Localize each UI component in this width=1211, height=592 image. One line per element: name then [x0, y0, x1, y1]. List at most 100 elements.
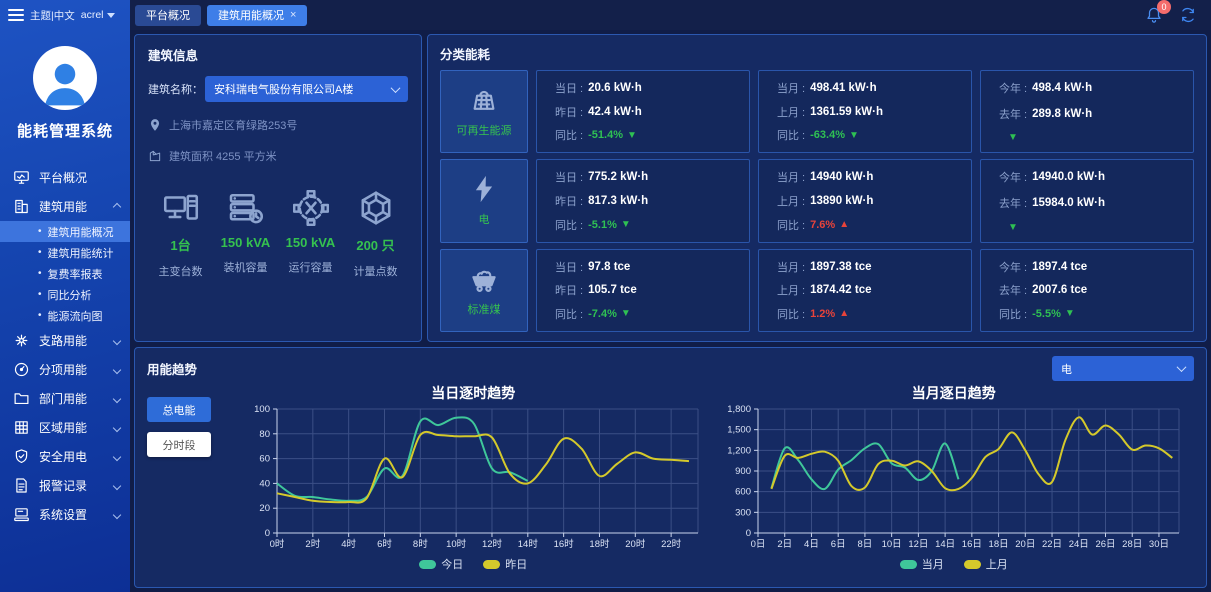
monthly-trend-chart-canvas: 03006009001,2001,5001,8000日2日4日6日8日10日12… [714, 403, 1195, 555]
svg-text:18日: 18日 [988, 539, 1008, 550]
energy-type-tile: 可再生能源 [440, 70, 528, 153]
chevron-down-icon [113, 423, 121, 431]
sidebar-item-building-energy[interactable]: 建筑用能 [0, 192, 130, 221]
legend-mark [483, 560, 500, 569]
refresh-icon [1179, 6, 1197, 24]
building-stats: 1台 主变台数 150 kVA 装机容量 150 kVA 运行容量 [148, 190, 408, 279]
svg-text:0日: 0日 [750, 539, 765, 550]
category-row-electricity: 电 当日 :775.2 kW·h 昨日 :817.3 kW·h 同比 :-5.1… [440, 159, 1194, 242]
sidebar-item-alarm-records[interactable]: 报警记录 [0, 471, 130, 500]
sidebar-item-label: 支路用能 [39, 332, 87, 349]
sidebar-menu: 平台概况 建筑用能 建筑用能概况 建筑用能统计 复费率报表 同比分析 能源流向图… [0, 163, 130, 529]
renewable-energy-icon [469, 85, 499, 115]
sidebar-subitem-yoy-analysis[interactable]: 同比分析 [0, 284, 130, 305]
trend-value: -51.4%▼ [588, 129, 637, 141]
legend-current-month[interactable]: 当月 [900, 556, 944, 572]
theme-language-label[interactable]: 主题|中文 [30, 8, 75, 23]
settings-icon [13, 506, 30, 523]
svg-text:20: 20 [259, 503, 270, 514]
svg-text:12日: 12日 [908, 539, 928, 550]
sidebar-item-subentry-energy[interactable]: 分项用能 [0, 355, 130, 384]
installed-capacity-icon [228, 190, 264, 226]
monthly-trend-chart: 当月逐日趋势 03006009001,2001,5001,8000日2日4日6日… [714, 383, 1195, 579]
sidebar-item-department-energy[interactable]: 部门用能 [0, 384, 130, 413]
energy-stat-card: 当月 :1897.38 tce 上月 :1874.42 tce 同比 :1.2%… [758, 249, 972, 332]
sidebar-subitem-tariff-report[interactable]: 复费率报表 [0, 263, 130, 284]
svg-text:100: 100 [254, 404, 270, 415]
energy-stat-card: 当日 :97.8 tce 昨日 :105.7 tce 同比 :-7.4%▼ [536, 249, 750, 332]
chevron-down-icon [391, 83, 401, 93]
metering-points-icon [358, 190, 394, 226]
sidebar-item-label: 平台概况 [39, 169, 87, 186]
svg-text:1,800: 1,800 [727, 404, 751, 415]
chevron-down-icon [113, 336, 121, 344]
trend-arrow-icon: ▼ [1065, 308, 1075, 319]
svg-text:6日: 6日 [830, 539, 845, 550]
building-name-label: 建筑名称： [148, 81, 203, 97]
energy-stat-card: 今年 :498.4 kW·h 去年 :289.8 kW·h ▼ [980, 70, 1194, 153]
chevron-down-icon [113, 481, 121, 489]
trend-mode-buttons: 总电能 分时段 [147, 383, 233, 579]
close-icon[interactable]: × [290, 9, 296, 21]
svg-text:16时: 16时 [554, 538, 575, 550]
legend-yesterday[interactable]: 昨日 [483, 556, 527, 572]
folder-icon [13, 390, 30, 407]
svg-text:20日: 20日 [1015, 539, 1035, 550]
sidebar-subitem-building-energy-overview[interactable]: 建筑用能概况 [0, 221, 130, 242]
svg-text:900: 900 [735, 466, 751, 477]
sidebar-subitem-building-energy-statistics[interactable]: 建筑用能统计 [0, 242, 130, 263]
transformer-icon [163, 190, 199, 226]
sidebar: 主题|中文 acrel 能耗管理系统 平台概况 建筑用能 建筑用能概况 建筑用能… [0, 0, 130, 592]
sidebar-item-branch-energy[interactable]: 支路用能 [0, 326, 130, 355]
chevron-down-icon [113, 510, 121, 518]
sidebar-item-region-energy[interactable]: 区域用能 [0, 413, 130, 442]
trend-value: 1.2%▲ [810, 308, 849, 320]
svg-text:14日: 14日 [935, 539, 955, 550]
panel-title: 分类能耗 [440, 44, 1194, 63]
refresh-button[interactable] [1179, 6, 1197, 24]
trend-arrow-icon: ▼ [1008, 132, 1018, 143]
location-pin-icon [148, 118, 162, 132]
menu-toggle-icon[interactable] [8, 9, 24, 21]
trend-arrow-icon: ▼ [621, 219, 631, 230]
trend-value: -7.4%▼ [588, 308, 631, 320]
report-icon [13, 477, 30, 494]
chevron-down-icon [113, 394, 121, 402]
trend-value: -5.1%▼ [588, 219, 631, 231]
svg-text:0时: 0时 [270, 538, 285, 550]
sidebar-item-label: 安全用电 [39, 448, 87, 465]
stat-running-capacity: 150 kVA 运行容量 [278, 190, 343, 279]
tab-platform-overview[interactable]: 平台概况 [135, 5, 201, 26]
energy-type-tile: 电 [440, 159, 528, 242]
svg-text:0: 0 [265, 528, 270, 539]
legend-last-month[interactable]: 上月 [964, 556, 1008, 572]
svg-text:18时: 18时 [589, 538, 610, 550]
sidebar-subitem-energy-flow-diagram[interactable]: 能源流向图 [0, 305, 130, 326]
sidebar-item-platform-overview[interactable]: 平台概况 [0, 163, 130, 192]
sidebar-item-system-settings[interactable]: 系统设置 [0, 500, 130, 529]
building-area: 建筑面积 4255 平方米 [169, 148, 277, 164]
sidebar-item-electrical-safety[interactable]: 安全用电 [0, 442, 130, 471]
stat-installed-capacity: 150 kVA 装机容量 [213, 190, 278, 279]
svg-text:2日: 2日 [777, 539, 792, 550]
trend-value: -63.4%▼ [810, 129, 859, 141]
energy-type-select[interactable]: 电 [1052, 356, 1194, 381]
svg-text:300: 300 [735, 507, 751, 518]
user-menu[interactable]: acrel [81, 9, 115, 21]
energy-trend-panel: 用能趋势 电 总电能 分时段 当日逐时趋势 0204060801000时2时4时… [134, 347, 1207, 588]
stat-metering-points: 200 只 计量点数 [343, 190, 408, 279]
building-info-panel: 建筑信息 建筑名称： 安科瑞电气股份有限公司A楼 上海市嘉定区育绿路253号 建… [134, 34, 422, 342]
time-period-button[interactable]: 分时段 [147, 432, 211, 457]
sidebar-item-label: 报警记录 [39, 477, 87, 494]
svg-text:80: 80 [259, 429, 270, 440]
legend-today[interactable]: 今日 [419, 556, 463, 572]
category-row-renewable: 可再生能源 当日 :20.6 kW·h 昨日 :42.4 kW·h 同比 :-5… [440, 70, 1194, 153]
svg-text:10时: 10时 [446, 538, 467, 550]
trend-arrow-icon: ▼ [1008, 222, 1018, 233]
notifications-button[interactable]: 0 [1145, 6, 1163, 24]
building-select[interactable]: 安科瑞电气股份有限公司A楼 [205, 76, 408, 102]
tab-building-energy-overview[interactable]: 建筑用能概况 × [207, 5, 307, 26]
panel-title: 用能趋势 [147, 359, 197, 378]
total-energy-button[interactable]: 总电能 [147, 397, 211, 422]
category-energy-panel: 分类能耗 可再生能源 当日 :20.6 kW·h 昨日 :42.4 kW·h 同… [427, 34, 1207, 342]
